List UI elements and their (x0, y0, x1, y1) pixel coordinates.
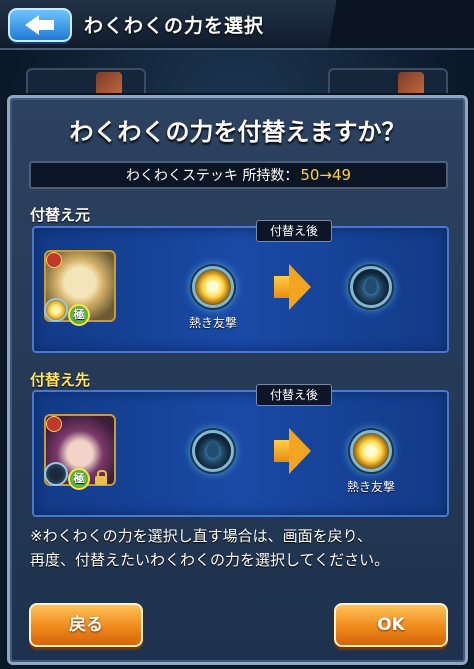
wakuwaku-orb-icon (192, 266, 234, 308)
back-text-button[interactable]: 戻る (29, 603, 143, 647)
screen-title: わくわくの力を選択 (84, 15, 265, 37)
item-count-bar: わくわくステッキ 所持数： 50→49 (29, 161, 448, 189)
background-thumbnail (398, 72, 424, 96)
ability-orb-icon (44, 298, 68, 322)
item-name: わくわくステッキ 所持数： (125, 168, 299, 184)
source-panel: 付替え後 極 熱き友撃 (32, 220, 449, 353)
after-tag: 付替え後 (256, 384, 332, 406)
notice-line: 再度、付替えたいわくわくの力を選択してください。 (30, 551, 390, 569)
rank-badge: 極 (68, 468, 90, 490)
back-button[interactable] (8, 8, 72, 42)
element-icon (46, 416, 62, 432)
wakuwaku-orb-icon (350, 430, 392, 472)
header-bar: わくわくの力を選択 (0, 0, 474, 50)
background-thumbnail (96, 72, 122, 96)
back-arrow-icon (25, 15, 55, 35)
orb-caption: 熱き友撃 (188, 316, 237, 330)
dialog-title: わくわくの力を付替えますか？ (69, 118, 406, 146)
target-panel: 付替え後 極 熱き友撃 (32, 384, 449, 517)
background-card (328, 68, 448, 98)
background-card (26, 68, 146, 98)
empty-orb-icon (350, 266, 392, 308)
after-tag: 付替え後 (256, 220, 332, 242)
empty-orb-icon (192, 430, 234, 472)
notice-line: ※わくわくの力を選択し直す場合は、画面を戻り、 (30, 527, 372, 545)
target-label: 付替え先 (30, 371, 91, 389)
rank-badge: 極 (68, 304, 90, 326)
arrow-right-icon (274, 264, 312, 310)
confirm-dialog: わくわくの力を付替えますか？ わくわくステッキ 所持数： 50→49 付替え元 … (7, 95, 468, 665)
lock-icon (94, 470, 108, 486)
source-label: 付替え元 (30, 206, 91, 224)
arrow-right-icon (274, 428, 312, 474)
item-count: 50→49 (300, 166, 352, 184)
ok-button[interactable]: OK (334, 603, 448, 647)
ability-orb-icon (44, 462, 68, 486)
notice-text: ※わくわくの力を選択し直す場合は、画面を戻り、 再度、付替えたいわくわくの力を選… (30, 524, 455, 572)
orb-caption: 熱き友撃 (346, 480, 395, 494)
element-icon (46, 252, 62, 268)
